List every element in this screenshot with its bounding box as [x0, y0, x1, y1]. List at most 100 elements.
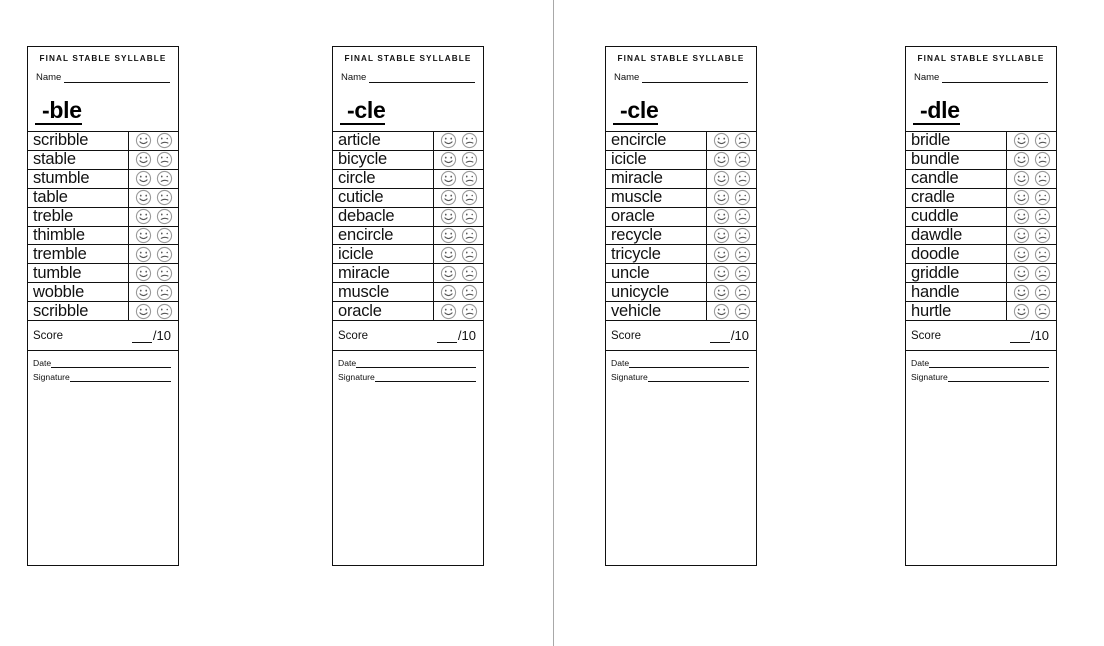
wry-face-icon[interactable] [1034, 208, 1051, 225]
smiling-face-icon[interactable] [713, 303, 730, 320]
smiling-face-icon[interactable] [713, 265, 730, 282]
smiling-face-icon[interactable] [135, 208, 152, 225]
smiling-face-icon[interactable] [440, 227, 457, 244]
rating-faces [433, 283, 483, 302]
wry-face-icon[interactable] [1034, 227, 1051, 244]
smiling-face-icon[interactable] [1013, 132, 1030, 149]
smiling-face-icon[interactable] [713, 151, 730, 168]
wry-face-icon[interactable] [1034, 132, 1051, 149]
wry-face-icon[interactable] [461, 303, 478, 320]
wry-face-icon[interactable] [156, 189, 173, 206]
smiling-face-icon[interactable] [440, 246, 457, 263]
smiling-face-icon[interactable] [135, 246, 152, 263]
smiling-face-icon[interactable] [135, 303, 152, 320]
wry-face-icon[interactable] [156, 151, 173, 168]
score-input-line[interactable] [709, 331, 730, 343]
smiling-face-icon[interactable] [440, 284, 457, 301]
smiling-face-icon[interactable] [713, 227, 730, 244]
wry-face-icon[interactable] [461, 284, 478, 301]
smiling-face-icon[interactable] [1013, 170, 1030, 187]
wry-face-icon[interactable] [734, 284, 751, 301]
wry-face-icon[interactable] [461, 189, 478, 206]
wry-face-icon[interactable] [1034, 246, 1051, 263]
name-input-line[interactable] [942, 73, 1048, 83]
wry-face-icon[interactable] [734, 170, 751, 187]
date-input-line[interactable] [929, 359, 1049, 368]
signature-input-line[interactable] [374, 373, 476, 382]
smiling-face-icon[interactable] [1013, 227, 1030, 244]
smiling-face-icon[interactable] [440, 170, 457, 187]
wry-face-icon[interactable] [461, 170, 478, 187]
wry-face-icon[interactable] [461, 151, 478, 168]
smiling-face-icon[interactable] [1013, 284, 1030, 301]
wry-face-icon[interactable] [156, 227, 173, 244]
smiling-face-icon[interactable] [1013, 303, 1030, 320]
wry-face-icon[interactable] [1034, 189, 1051, 206]
smiling-face-icon[interactable] [713, 132, 730, 149]
smiling-face-icon[interactable] [1013, 189, 1030, 206]
wry-face-icon[interactable] [734, 246, 751, 263]
name-input-line[interactable] [369, 73, 475, 83]
smiling-face-icon[interactable] [1013, 246, 1030, 263]
name-input-line[interactable] [64, 73, 170, 83]
smiling-face-icon[interactable] [135, 170, 152, 187]
date-input-line[interactable] [629, 359, 749, 368]
name-input-line[interactable] [642, 73, 748, 83]
wry-face-icon[interactable] [734, 189, 751, 206]
smiling-face-icon[interactable] [713, 170, 730, 187]
signature-input-line[interactable] [947, 373, 1049, 382]
smiling-face-icon[interactable] [440, 208, 457, 225]
smiling-face-icon[interactable] [713, 246, 730, 263]
smiling-face-icon[interactable] [713, 208, 730, 225]
wry-face-icon[interactable] [156, 132, 173, 149]
wry-face-icon[interactable] [1034, 265, 1051, 282]
smiling-face-icon[interactable] [135, 284, 152, 301]
smiling-face-icon[interactable] [440, 303, 457, 320]
wry-face-icon[interactable] [156, 303, 173, 320]
wry-face-icon[interactable] [734, 151, 751, 168]
smiling-face-icon[interactable] [440, 265, 457, 282]
wry-face-icon[interactable] [461, 246, 478, 263]
signature-input-line[interactable] [647, 373, 749, 382]
wry-face-icon[interactable] [461, 265, 478, 282]
date-input-line[interactable] [51, 359, 171, 368]
wry-face-icon[interactable] [1034, 284, 1051, 301]
name-label: Name [614, 72, 640, 83]
wry-face-icon[interactable] [734, 303, 751, 320]
score-input-line[interactable] [1009, 331, 1030, 343]
wry-face-icon[interactable] [156, 265, 173, 282]
wry-face-icon[interactable] [461, 132, 478, 149]
wry-face-icon[interactable] [734, 227, 751, 244]
smiling-face-icon[interactable] [713, 284, 730, 301]
wry-face-icon[interactable] [734, 132, 751, 149]
wry-face-icon[interactable] [156, 208, 173, 225]
smiling-face-icon[interactable] [1013, 265, 1030, 282]
wry-face-icon[interactable] [734, 208, 751, 225]
smiling-face-icon[interactable] [135, 151, 152, 168]
smiling-face-icon[interactable] [440, 189, 457, 206]
wry-face-icon[interactable] [156, 170, 173, 187]
score-input-line[interactable] [436, 331, 457, 343]
wry-face-icon[interactable] [734, 265, 751, 282]
wry-face-icon[interactable] [1034, 170, 1051, 187]
smiling-face-icon[interactable] [713, 189, 730, 206]
word-row: muscle [333, 283, 483, 303]
smiling-face-icon[interactable] [135, 265, 152, 282]
smiling-face-icon[interactable] [135, 189, 152, 206]
smiling-face-icon[interactable] [440, 151, 457, 168]
date-input-line[interactable] [356, 359, 476, 368]
smiling-face-icon[interactable] [135, 132, 152, 149]
wry-face-icon[interactable] [461, 208, 478, 225]
wry-face-icon[interactable] [156, 284, 173, 301]
smiling-face-icon[interactable] [1013, 208, 1030, 225]
smiling-face-icon[interactable] [440, 132, 457, 149]
smiling-face-icon[interactable] [135, 227, 152, 244]
signature-input-line[interactable] [69, 373, 171, 382]
wry-face-icon[interactable] [461, 227, 478, 244]
wry-face-icon[interactable] [1034, 151, 1051, 168]
rating-faces [706, 264, 756, 283]
smiling-face-icon[interactable] [1013, 151, 1030, 168]
wry-face-icon[interactable] [1034, 303, 1051, 320]
wry-face-icon[interactable] [156, 246, 173, 263]
score-input-line[interactable] [131, 331, 152, 343]
